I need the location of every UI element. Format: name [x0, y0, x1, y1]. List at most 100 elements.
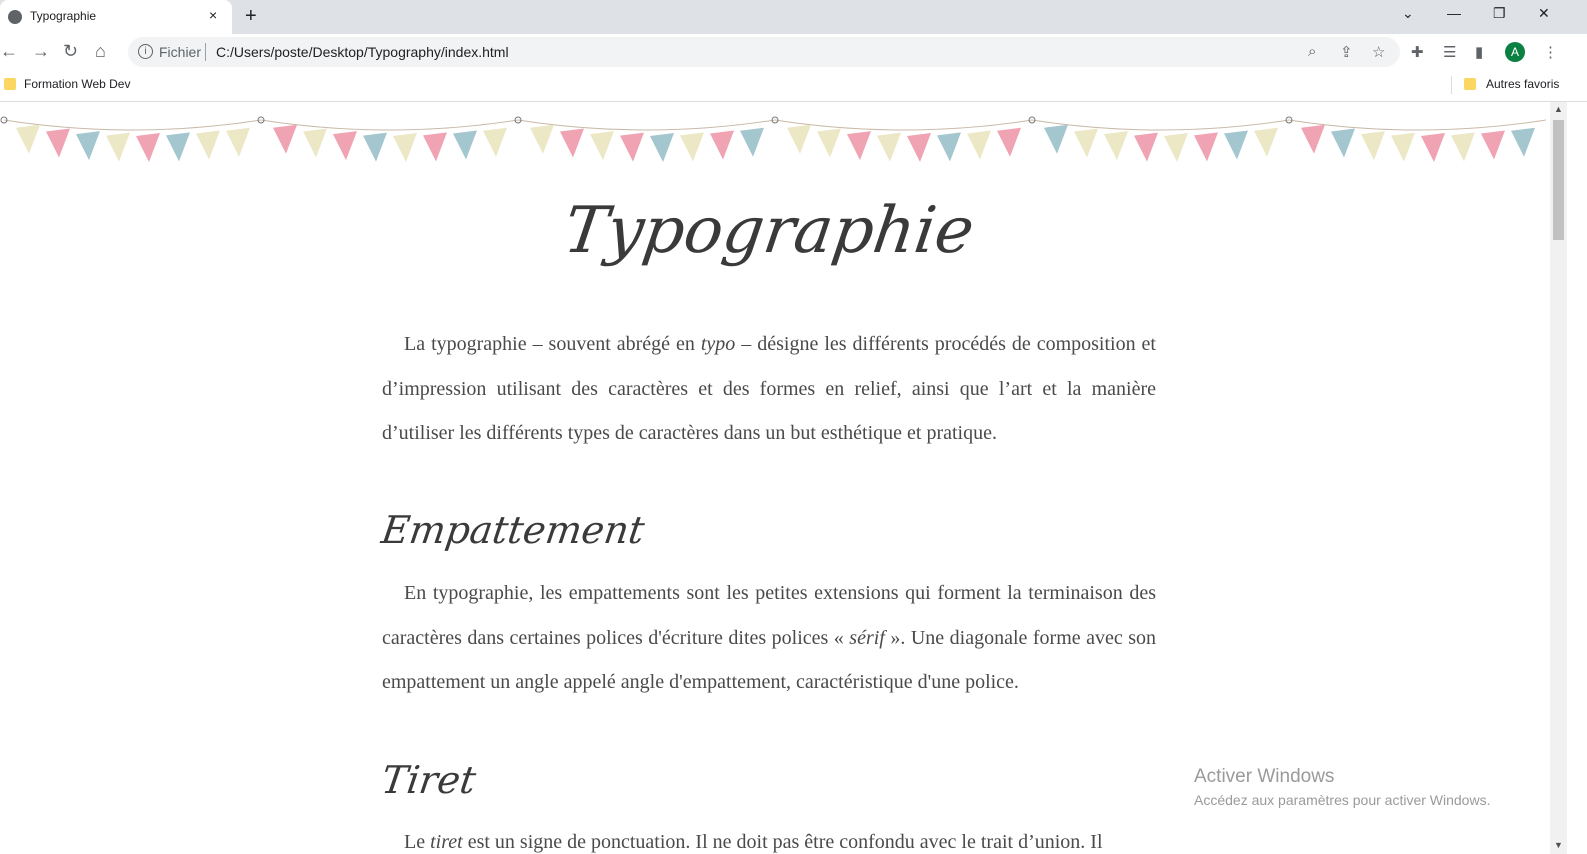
section-heading-tiret: Tiret — [378, 758, 479, 802]
folder-icon — [4, 78, 16, 90]
side-panel-icon[interactable]: ▮ — [1475, 43, 1483, 61]
bunting-flag — [303, 128, 327, 158]
bookmark-autres-favoris[interactable]: Autres favoris — [1486, 77, 1559, 91]
bunting-flag — [1224, 130, 1248, 160]
folder-icon — [1464, 78, 1476, 90]
bookmarks-divider — [1451, 76, 1452, 94]
bunting-flag — [333, 131, 357, 161]
bunting-rope — [260, 119, 519, 131]
bunting-flag — [967, 130, 991, 160]
bunting-rope — [1288, 119, 1547, 131]
new-tab-button[interactable]: + — [245, 5, 257, 28]
windows-activation-watermark: Activer Windows Accédez aux paramètres p… — [1194, 766, 1490, 808]
bunting-flag — [1451, 132, 1475, 162]
intro-text-before: La typographie – souvent abrégé en — [404, 333, 701, 355]
reload-icon[interactable]: ↻ — [63, 41, 78, 62]
scroll-up-icon[interactable]: ▲ — [1554, 104, 1563, 114]
bunting-flag — [136, 132, 160, 162]
scroll-thumb[interactable] — [1553, 120, 1564, 240]
bunting-flag — [483, 127, 507, 157]
tab-title: Typographie — [30, 9, 97, 23]
bunting-flag — [1511, 127, 1535, 157]
menu-icon[interactable]: ⋮ — [1543, 43, 1558, 61]
address-divider — [205, 43, 206, 61]
intro-paragraph: La typographie – souvent abrégé en typo … — [382, 322, 1156, 456]
bunting-flag — [590, 131, 614, 161]
bunting-flag — [740, 127, 764, 157]
section-text-before: Le — [404, 831, 431, 853]
reading-list-icon[interactable]: ☰ — [1443, 43, 1456, 61]
share-icon[interactable]: ⇪ — [1340, 43, 1353, 61]
bunting-flag — [273, 124, 297, 154]
bunting-flag — [166, 132, 190, 162]
section-paragraph-empattement: En typographie, les empattements sont le… — [382, 571, 1156, 705]
section-emphasis: tiret — [430, 831, 463, 853]
bunting-rope — [517, 119, 776, 131]
bunting-flag — [1074, 128, 1098, 158]
bunting-rope — [1031, 119, 1290, 131]
bunting-flag — [847, 131, 871, 161]
home-icon[interactable]: ⌂ — [95, 41, 106, 62]
section-paragraph-tiret: Le tiret est un signe de ponctuation. Il… — [382, 820, 1156, 854]
bunting-flag — [106, 132, 130, 162]
bunting-flag — [76, 131, 100, 161]
bunting-flag — [560, 128, 584, 158]
section-emphasis: sérif — [849, 626, 885, 649]
intro-emphasis: typo — [700, 333, 736, 355]
scheme-label: Fichier — [159, 44, 202, 60]
vertical-scrollbar[interactable]: ▲ ▼ — [1550, 102, 1567, 854]
bunting-flag — [393, 132, 417, 162]
minimize-button[interactable]: — — [1447, 5, 1461, 21]
bunting-flag — [1331, 128, 1355, 158]
bunting-flag — [46, 128, 70, 158]
bunting-rope — [774, 119, 1033, 131]
bunting-flag — [1421, 132, 1445, 162]
bunting-flag — [680, 132, 704, 162]
bunting-flag — [710, 130, 734, 160]
zoom-icon[interactable]: ⌕ — [1308, 43, 1316, 60]
url-text[interactable]: C:/Users/poste/Desktop/Typography/index.… — [216, 44, 509, 60]
browser-toolbar: ← → ↻ ⌂ i Fichier C:/Users/poste/Desktop… — [0, 34, 1587, 70]
close-window-button[interactable]: ✕ — [1538, 5, 1550, 22]
bunting-flag — [423, 132, 447, 162]
section-text-after: est un signe de ponctuation. Il ne doit … — [462, 831, 1103, 853]
restore-button[interactable]: ❐ — [1493, 5, 1506, 22]
bunting-flag — [817, 128, 841, 158]
bunting-flag — [1481, 130, 1505, 160]
bunting-flag — [877, 132, 901, 162]
tab-typographie[interactable]: Typographie × — [0, 0, 232, 34]
bookmark-star-icon[interactable]: ☆ — [1372, 43, 1385, 61]
bunting-flag — [787, 124, 811, 154]
bunting-flag — [1164, 132, 1188, 162]
page-title: Typographie — [559, 194, 979, 268]
extensions-icon[interactable]: ✚ — [1411, 43, 1424, 61]
info-icon[interactable]: i — [138, 44, 153, 59]
bunting-flag — [907, 132, 931, 162]
scroll-down-icon[interactable]: ▼ — [1554, 840, 1563, 850]
bunting-flag — [1194, 132, 1218, 162]
bunting-flag — [1301, 124, 1325, 154]
section-heading-empattement: Empattement — [378, 508, 648, 552]
bunting-rope — [3, 119, 262, 131]
tab-search-icon[interactable]: ⌄ — [1402, 5, 1414, 22]
forward-icon[interactable]: → — [32, 41, 50, 62]
bunting-flag — [1254, 127, 1278, 157]
bunting-flag — [997, 127, 1021, 157]
bunting-flag — [226, 127, 250, 157]
bunting-flag — [937, 132, 961, 162]
bunting-flag — [620, 132, 644, 162]
bookmarks-bar: Formation Web Dev Autres favoris — [0, 70, 1587, 102]
page-viewport: Typographie La typographie – souvent abr… — [0, 102, 1550, 854]
bunting-flag — [1134, 132, 1158, 162]
profile-avatar[interactable]: A — [1505, 42, 1525, 62]
globe-icon — [8, 10, 22, 24]
bunting-flag — [1361, 131, 1385, 161]
watermark-title: Activer Windows — [1194, 766, 1335, 787]
back-icon[interactable]: ← — [0, 41, 18, 62]
tab-close-icon[interactable]: × — [209, 7, 217, 23]
tab-strip: Typographie × + ⌄ — ❐ ✕ — [0, 0, 1587, 34]
bunting-flag — [363, 132, 387, 162]
watermark-subtitle: Accédez aux paramètres pour activer Wind… — [1194, 792, 1491, 808]
bookmark-formation-web-dev[interactable]: Formation Web Dev — [24, 77, 130, 91]
address-bar[interactable]: i Fichier C:/Users/poste/Desktop/Typogra… — [128, 37, 1400, 67]
